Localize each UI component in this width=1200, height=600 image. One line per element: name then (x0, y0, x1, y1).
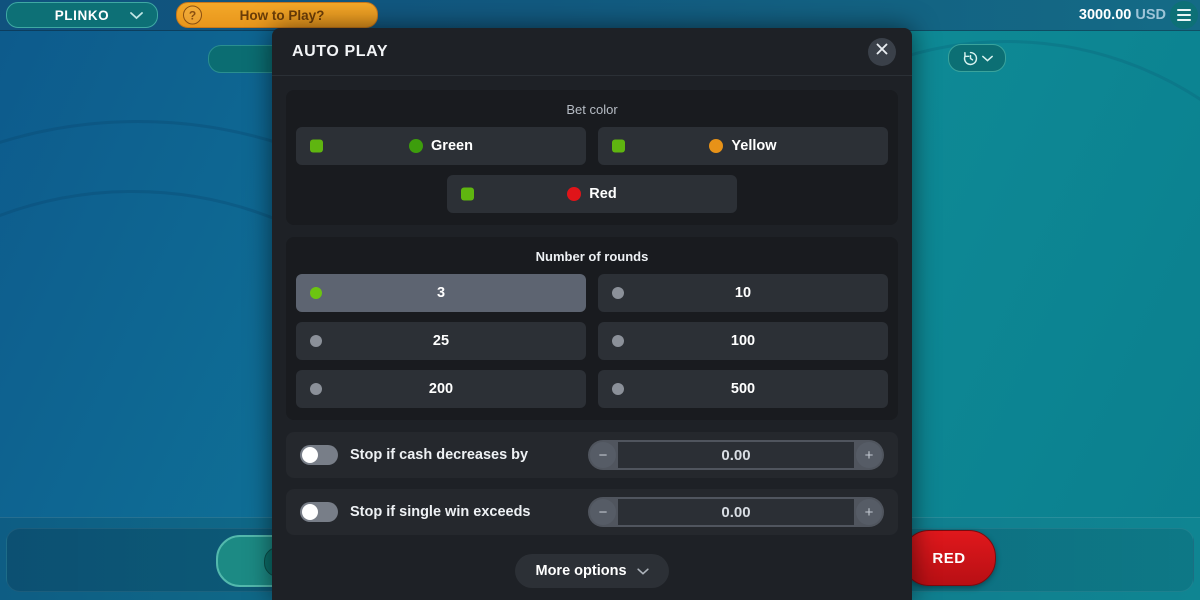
stepper-value[interactable]: 0.00 (618, 442, 854, 468)
plus-icon[interactable]: + (856, 442, 882, 468)
how-to-play-label: How to Play? (239, 7, 325, 23)
rounds-row: 3 10 (296, 274, 888, 312)
bet-color-row: Red (296, 175, 888, 213)
bet-red-button[interactable]: RED (902, 530, 996, 586)
bet-color-label: Yellow (731, 138, 777, 154)
minus-icon[interactable]: − (590, 499, 616, 525)
chevron-down-icon (636, 563, 649, 579)
minus-icon[interactable]: − (590, 442, 616, 468)
rounds-option-200[interactable]: 200 (296, 370, 586, 408)
rounds-panel: Number of rounds 3 10 25 100 200 500 (286, 237, 898, 420)
modal-body: Bet color Green Yellow Red Number of rou… (272, 76, 912, 588)
game-select-plinko[interactable]: PLINKO (6, 2, 158, 28)
bet-color-option-yellow[interactable]: Yellow (598, 127, 888, 165)
rounds-option-3[interactable]: 3 (296, 274, 586, 312)
color-dot-red (567, 187, 582, 201)
balance-amount: 3000.00 (1078, 7, 1132, 23)
stop-rule-label: Stop if cash decreases by (350, 447, 529, 463)
chevron-down-icon (130, 8, 143, 23)
bet-color-label: Red (589, 186, 617, 202)
close-x-icon (875, 42, 889, 61)
bet-color-row: Green Yellow (296, 127, 888, 165)
radio-icon[interactable] (310, 383, 322, 395)
rounds-option-500[interactable]: 500 (598, 370, 888, 408)
more-options-row: More options (286, 546, 898, 588)
rounds-label: 100 (730, 333, 756, 349)
modal-header: AUTO PLAY (272, 28, 912, 76)
toggle-stop-single-win[interactable] (300, 502, 338, 522)
stepper-value[interactable]: 0.00 (618, 499, 854, 525)
bet-color-label: Green (431, 138, 473, 154)
stop-rule-single-win: Stop if single win exceeds − 0.00 + (286, 489, 898, 535)
history-button[interactable] (948, 44, 1006, 72)
auto-play-modal: AUTO PLAY Bet color Green Yellow Red Num… (272, 28, 912, 600)
close-button[interactable] (868, 37, 896, 66)
rounds-option-25[interactable]: 25 (296, 322, 586, 360)
bet-color-option-green[interactable]: Green (296, 127, 586, 165)
rounds-title: Number of rounds (535, 249, 649, 264)
rounds-option-100[interactable]: 100 (598, 322, 888, 360)
checkbox-checked-icon[interactable] (461, 187, 474, 201)
color-dot-yellow (709, 139, 724, 153)
rounds-label: 500 (730, 381, 756, 397)
rounds-row: 200 500 (296, 370, 888, 408)
rounds-row: 25 100 (296, 322, 888, 360)
top-bar: PLINKO ? How to Play? 3000.00 USD (0, 0, 1200, 31)
more-options-label: More options (535, 563, 627, 579)
balance-display: 3000.00 USD (1079, 7, 1166, 23)
game-screen: PLINKO ? How to Play? 3000.00 USD RED AU… (0, 0, 1200, 600)
hamburger-menu-icon[interactable] (1170, 1, 1198, 29)
checkbox-checked-icon[interactable] (612, 139, 625, 153)
rounds-label: 10 (734, 285, 752, 301)
radio-selected-icon[interactable] (310, 287, 322, 299)
radio-icon[interactable] (612, 383, 624, 395)
game-select-label: PLINKO (54, 7, 110, 23)
balance-currency: USD (1135, 7, 1166, 23)
stepper-cash-decreases: − 0.00 + (588, 440, 884, 470)
chevron-down-icon (981, 55, 993, 62)
rounds-option-10[interactable]: 10 (598, 274, 888, 312)
stop-rule-cash-decreases: Stop if cash decreases by − 0.00 + (286, 432, 898, 478)
toggle-stop-cash-decreases[interactable] (300, 445, 338, 465)
bet-red-label: RED (932, 549, 966, 567)
checkbox-checked-icon[interactable] (310, 139, 323, 153)
bet-color-title: Bet color (566, 102, 618, 117)
radio-icon[interactable] (612, 287, 624, 299)
plus-icon[interactable]: + (856, 499, 882, 525)
radio-icon[interactable] (310, 335, 322, 347)
modal-title: AUTO PLAY (292, 42, 389, 60)
radio-icon[interactable] (612, 335, 624, 347)
history-clock-icon (962, 50, 979, 67)
stop-rule-label: Stop if single win exceeds (350, 504, 531, 520)
bet-color-option-red[interactable]: Red (447, 175, 737, 213)
more-options-button[interactable]: More options (515, 554, 669, 588)
how-to-play-button[interactable]: ? How to Play? (176, 2, 378, 28)
color-dot-green (409, 139, 424, 153)
rounds-label: 3 (436, 285, 446, 301)
bet-color-panel: Bet color Green Yellow Red (286, 90, 898, 225)
rounds-label: 200 (428, 381, 454, 397)
stepper-single-win: − 0.00 + (588, 497, 884, 527)
question-mark-icon: ? (183, 5, 202, 25)
rounds-label: 25 (432, 333, 450, 349)
